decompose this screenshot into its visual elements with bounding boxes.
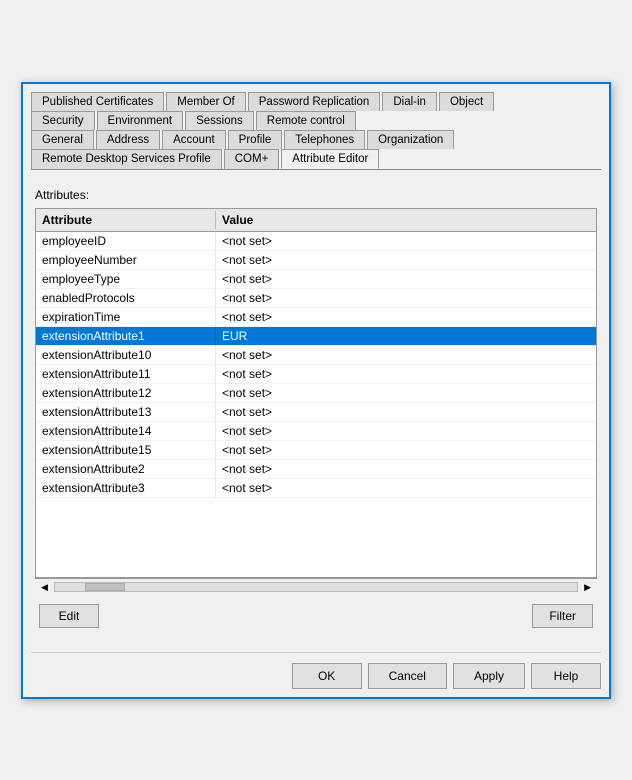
- cell-value: <not set>: [216, 232, 596, 250]
- tab-password-replication[interactable]: Password Replication: [248, 92, 381, 111]
- tab-sessions[interactable]: Sessions: [185, 111, 254, 130]
- table-row[interactable]: extensionAttribute13<not set>: [36, 403, 596, 422]
- tab-telephones[interactable]: Telephones: [284, 130, 365, 149]
- cell-value: <not set>: [216, 422, 596, 440]
- cell-attribute: extensionAttribute10: [36, 346, 216, 364]
- table-row[interactable]: extensionAttribute15<not set>: [36, 441, 596, 460]
- cell-value: <not set>: [216, 479, 596, 497]
- edit-button[interactable]: Edit: [39, 604, 99, 628]
- edit-filter-buttons: Edit Filter: [35, 604, 597, 628]
- cell-value: <not set>: [216, 403, 596, 421]
- cell-attribute: extensionAttribute2: [36, 460, 216, 478]
- cell-value: EUR: [216, 327, 596, 345]
- cell-value: <not set>: [216, 270, 596, 288]
- scroll-spacer: [580, 211, 596, 229]
- tab-account[interactable]: Account: [162, 130, 226, 149]
- tab-attribute-editor[interactable]: Attribute Editor: [281, 149, 379, 169]
- cell-value: <not set>: [216, 460, 596, 478]
- cell-attribute: extensionAttribute14: [36, 422, 216, 440]
- tab-object[interactable]: Object: [439, 92, 494, 111]
- cell-attribute: extensionAttribute11: [36, 365, 216, 383]
- table-row[interactable]: enabledProtocols<not set>: [36, 289, 596, 308]
- scroll-thumb[interactable]: [85, 583, 125, 591]
- tab-dial-in[interactable]: Dial-in: [382, 92, 437, 111]
- scroll-right-icon[interactable]: ▶: [580, 582, 595, 593]
- tab-member-of[interactable]: Member Of: [166, 92, 246, 111]
- cell-attribute: employeeType: [36, 270, 216, 288]
- tab-content: Attributes: Attribute Value employeeID<n…: [31, 180, 601, 636]
- cell-attribute: expirationTime: [36, 308, 216, 326]
- table-row[interactable]: extensionAttribute2<not set>: [36, 460, 596, 479]
- table-row[interactable]: employeeType<not set>: [36, 270, 596, 289]
- cancel-button[interactable]: Cancel: [368, 663, 447, 689]
- tab-environment[interactable]: Environment: [97, 111, 184, 130]
- tab-organization[interactable]: Organization: [367, 130, 454, 149]
- column-header-value: Value: [216, 211, 580, 229]
- scroll-left-icon[interactable]: ◀: [37, 582, 52, 593]
- filter-button[interactable]: Filter: [532, 604, 593, 628]
- table-row[interactable]: expirationTime<not set>: [36, 308, 596, 327]
- tab-row-1: Published Certificates Member Of Passwor…: [31, 92, 601, 111]
- horizontal-scrollbar[interactable]: ◀ ▶: [35, 578, 597, 596]
- cell-attribute: extensionAttribute15: [36, 441, 216, 459]
- tab-row-3: General Address Account Profile Telephon…: [31, 130, 601, 149]
- table-body[interactable]: employeeID<not set>employeeNumber<not se…: [36, 232, 596, 577]
- apply-button[interactable]: Apply: [453, 663, 525, 689]
- table-row[interactable]: extensionAttribute1EUR: [36, 327, 596, 346]
- table-row[interactable]: extensionAttribute3<not set>: [36, 479, 596, 498]
- tab-com-plus[interactable]: COM+: [224, 149, 280, 169]
- table-row[interactable]: extensionAttribute14<not set>: [36, 422, 596, 441]
- cell-attribute: extensionAttribute3: [36, 479, 216, 497]
- tab-remote-desktop[interactable]: Remote Desktop Services Profile: [31, 149, 222, 169]
- table-header: Attribute Value: [36, 209, 596, 232]
- cell-attribute: employeeID: [36, 232, 216, 250]
- tab-general[interactable]: General: [31, 130, 94, 149]
- cell-attribute: employeeNumber: [36, 251, 216, 269]
- table-row[interactable]: extensionAttribute12<not set>: [36, 384, 596, 403]
- table-row[interactable]: extensionAttribute11<not set>: [36, 365, 596, 384]
- tab-row-4: Remote Desktop Services Profile COM+ Att…: [31, 149, 601, 169]
- table-row[interactable]: employeeNumber<not set>: [36, 251, 596, 270]
- cell-value: <not set>: [216, 289, 596, 307]
- cell-attribute: extensionAttribute13: [36, 403, 216, 421]
- cell-value: <not set>: [216, 384, 596, 402]
- cell-attribute: enabledProtocols: [36, 289, 216, 307]
- cell-value: <not set>: [216, 346, 596, 364]
- cell-attribute: extensionAttribute12: [36, 384, 216, 402]
- bottom-buttons: OK Cancel Apply Help: [31, 652, 601, 689]
- tab-published-certificates[interactable]: Published Certificates: [31, 92, 164, 111]
- tab-container: Published Certificates Member Of Passwor…: [31, 92, 601, 170]
- help-button[interactable]: Help: [531, 663, 601, 689]
- attributes-heading: Attributes:: [35, 188, 597, 202]
- main-dialog: Published Certificates Member Of Passwor…: [21, 82, 611, 699]
- tab-row-2: Security Environment Sessions Remote con…: [31, 111, 601, 130]
- scroll-track[interactable]: [54, 582, 578, 592]
- tab-security[interactable]: Security: [31, 111, 95, 130]
- cell-value: <not set>: [216, 251, 596, 269]
- tab-profile[interactable]: Profile: [228, 130, 283, 149]
- ok-button[interactable]: OK: [292, 663, 362, 689]
- cell-value: <not set>: [216, 365, 596, 383]
- column-header-attribute: Attribute: [36, 211, 216, 229]
- cell-attribute: extensionAttribute1: [36, 327, 216, 345]
- tab-address[interactable]: Address: [96, 130, 160, 149]
- attributes-table: Attribute Value employeeID<not set>emplo…: [35, 208, 597, 578]
- tab-remote-control[interactable]: Remote control: [256, 111, 356, 130]
- cell-value: <not set>: [216, 308, 596, 326]
- table-row[interactable]: extensionAttribute10<not set>: [36, 346, 596, 365]
- cell-value: <not set>: [216, 441, 596, 459]
- table-row[interactable]: employeeID<not set>: [36, 232, 596, 251]
